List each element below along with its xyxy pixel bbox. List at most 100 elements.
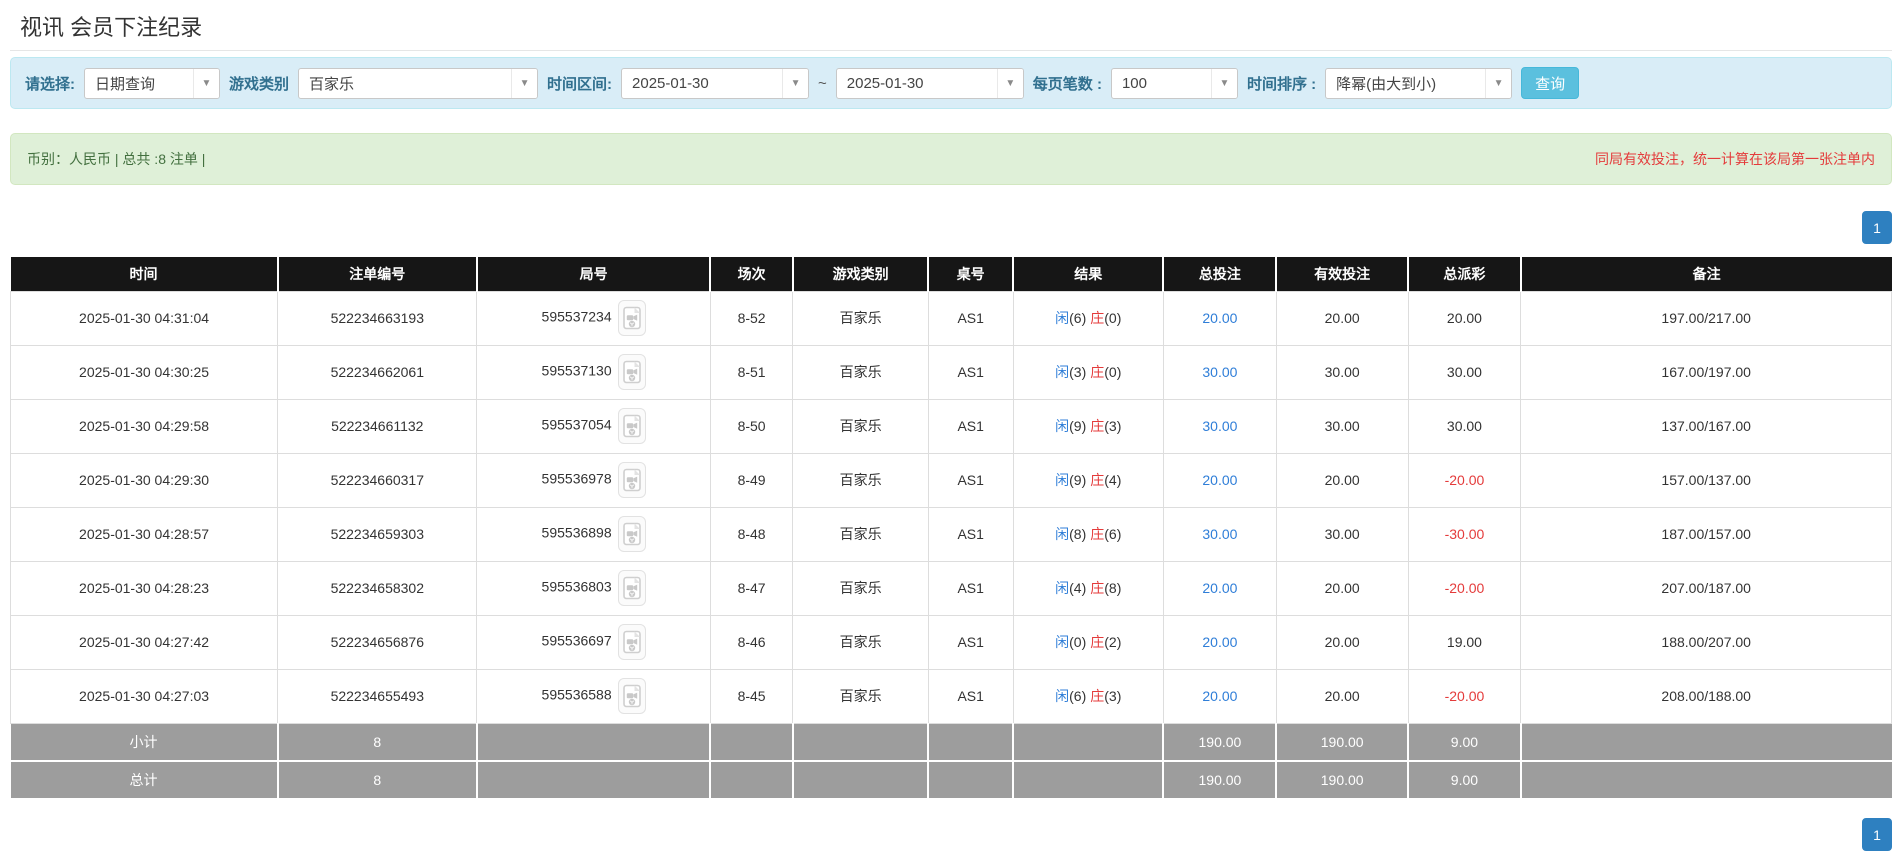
- result-banker-label: 庄: [1090, 526, 1105, 542]
- cell-total-bet: 30.00: [1162, 344, 1277, 400]
- table-row: 2025-01-30 04:31:04 522234663193 5955372…: [9, 290, 1892, 346]
- video-icon: [622, 576, 641, 600]
- cell-game-type: 百家乐: [792, 506, 929, 562]
- video-replay-button[interactable]: [617, 408, 646, 444]
- video-icon: [622, 414, 641, 438]
- caret-down-icon[interactable]: ▼: [1210, 68, 1237, 98]
- video-replay-button[interactable]: [617, 678, 646, 714]
- page-size-label: 每页笔数 :: [1032, 75, 1102, 93]
- result-banker-label: 庄: [1090, 634, 1105, 650]
- cell-bet-id: 522234655493: [277, 668, 478, 724]
- cell-round-id: 595536898: [476, 506, 711, 562]
- date-to-select[interactable]: 2025-01-30 ▼: [835, 67, 1024, 99]
- header-round-id: 局号: [476, 257, 712, 291]
- total-bet-link[interactable]: 20.00: [1202, 688, 1237, 704]
- cell-remark: 197.00/217.00: [1520, 290, 1892, 346]
- cell-game-type: 百家乐: [792, 452, 929, 508]
- cell-bet-id: 522234659303: [277, 506, 478, 562]
- cell-round-id: 595537054: [476, 398, 711, 454]
- cell-time: 2025-01-30 04:27:03: [9, 668, 279, 724]
- result-banker-count: (8): [1104, 580, 1122, 596]
- header-payout: 总派彩: [1408, 257, 1522, 291]
- date-from-select[interactable]: 2025-01-30 ▼: [621, 67, 810, 99]
- video-icon: [622, 468, 641, 492]
- total-bet-link[interactable]: 20.00: [1202, 580, 1237, 596]
- cell-bet-id: 522234662061: [277, 344, 478, 400]
- game-type-select-value: 百家乐: [309, 75, 355, 93]
- cell-valid-bet: 20.00: [1275, 452, 1409, 508]
- video-replay-button[interactable]: [617, 516, 646, 552]
- result-banker-label: 庄: [1090, 688, 1105, 704]
- cell-table-no: AS1: [927, 452, 1014, 508]
- cell-session: 8-49: [709, 452, 794, 508]
- cell-time: 2025-01-30 04:28:57: [9, 506, 279, 562]
- header-session: 场次: [710, 257, 794, 291]
- total-bet-link[interactable]: 30.00: [1202, 418, 1237, 434]
- cell-result: 闲(0) 庄(2): [1012, 614, 1164, 670]
- subtotal-row: 小计 8 190.00 190.00 9.00: [10, 723, 1892, 762]
- cell-time: 2025-01-30 04:28:23: [9, 560, 279, 616]
- result-player-label: 闲: [1055, 580, 1070, 596]
- table-row: 2025-01-30 04:28:23 522234658302 5955368…: [9, 560, 1892, 616]
- total-valid-bet: 190.00: [1276, 761, 1409, 800]
- cell-total-bet: 20.00: [1162, 452, 1277, 508]
- table-row: 2025-01-30 04:27:03 522234655493 5955365…: [9, 668, 1892, 724]
- cell-valid-bet: 20.00: [1275, 560, 1409, 616]
- cell-valid-bet: 30.00: [1275, 398, 1409, 454]
- cell-session: 8-50: [709, 398, 794, 454]
- caret-down-icon[interactable]: ▼: [782, 68, 809, 98]
- time-range-label: 时间区间:: [547, 75, 613, 93]
- cell-time: 2025-01-30 04:29:30: [9, 452, 279, 508]
- caret-down-icon[interactable]: ▼: [996, 68, 1023, 98]
- total-total-bet: 190.00: [1163, 761, 1278, 800]
- cell-time: 2025-01-30 04:31:04: [9, 290, 279, 346]
- page-button-1[interactable]: 1: [1862, 211, 1892, 244]
- sort-select[interactable]: 降幂(由大到小) ▼: [1325, 67, 1513, 99]
- summary-note: 同局有效投注，统一计算在该局第一张注单内: [1595, 151, 1875, 167]
- cell-payout: -30.00: [1407, 506, 1522, 562]
- video-icon: [622, 306, 641, 330]
- mode-select[interactable]: 日期查询 ▼: [84, 67, 220, 99]
- summary-bar: 币别：人民币 | 总共 :8 注单 | 同局有效投注，统一计算在该局第一张注单内: [10, 133, 1892, 185]
- caret-down-icon[interactable]: ▼: [511, 68, 538, 98]
- header-bet-id: 注单编号: [277, 257, 478, 291]
- total-bet-link[interactable]: 20.00: [1202, 634, 1237, 650]
- video-replay-button[interactable]: [617, 570, 646, 606]
- search-button[interactable]: 查询: [1521, 67, 1580, 99]
- result-player-label: 闲: [1055, 364, 1070, 380]
- table-header-row: 时间 注单编号 局号 场次 游戏类别 桌号 结果 总投注 有效投注 总派彩 备注: [10, 257, 1892, 291]
- caret-down-icon[interactable]: ▼: [1485, 68, 1512, 98]
- cell-result: 闲(4) 庄(8): [1012, 560, 1164, 616]
- total-bet-link[interactable]: 30.00: [1202, 364, 1237, 380]
- result-banker-count: (0): [1104, 364, 1122, 380]
- page-button-1-bottom[interactable]: 1: [1862, 818, 1892, 851]
- video-icon: [622, 522, 641, 546]
- result-player-count: (9): [1069, 418, 1087, 434]
- game-type-select[interactable]: 百家乐 ▼: [298, 67, 539, 99]
- page-size-select[interactable]: 100 ▼: [1110, 67, 1238, 99]
- cell-bet-id: 522234661132: [277, 398, 478, 454]
- table-row: 2025-01-30 04:27:42 522234656876 5955366…: [9, 614, 1892, 670]
- video-replay-button[interactable]: [617, 300, 646, 336]
- cell-round-id: 595536803: [476, 560, 711, 616]
- result-player-count: (0): [1069, 634, 1087, 650]
- caret-down-icon[interactable]: ▼: [193, 68, 219, 98]
- total-bet-link[interactable]: 20.00: [1202, 472, 1237, 488]
- video-icon: [622, 684, 641, 708]
- video-icon: [622, 630, 641, 654]
- cell-game-type: 百家乐: [792, 398, 929, 454]
- result-banker-count: (0): [1104, 310, 1122, 326]
- cell-table-no: AS1: [927, 398, 1014, 454]
- result-player-count: (4): [1069, 580, 1087, 596]
- sort-label: 时间排序 :: [1246, 75, 1317, 93]
- subtotal-payout: 9.00: [1408, 723, 1522, 762]
- video-replay-button[interactable]: [617, 354, 646, 390]
- video-replay-button[interactable]: [617, 462, 646, 498]
- total-bet-link[interactable]: 20.00: [1202, 310, 1237, 326]
- result-banker-count: (6): [1104, 526, 1122, 542]
- video-replay-button[interactable]: [617, 624, 646, 660]
- total-bet-link[interactable]: 30.00: [1202, 526, 1237, 542]
- subtotal-valid-bet: 190.00: [1276, 723, 1409, 762]
- cell-session: 8-51: [709, 344, 794, 400]
- round-id-text: 595536588: [541, 686, 612, 703]
